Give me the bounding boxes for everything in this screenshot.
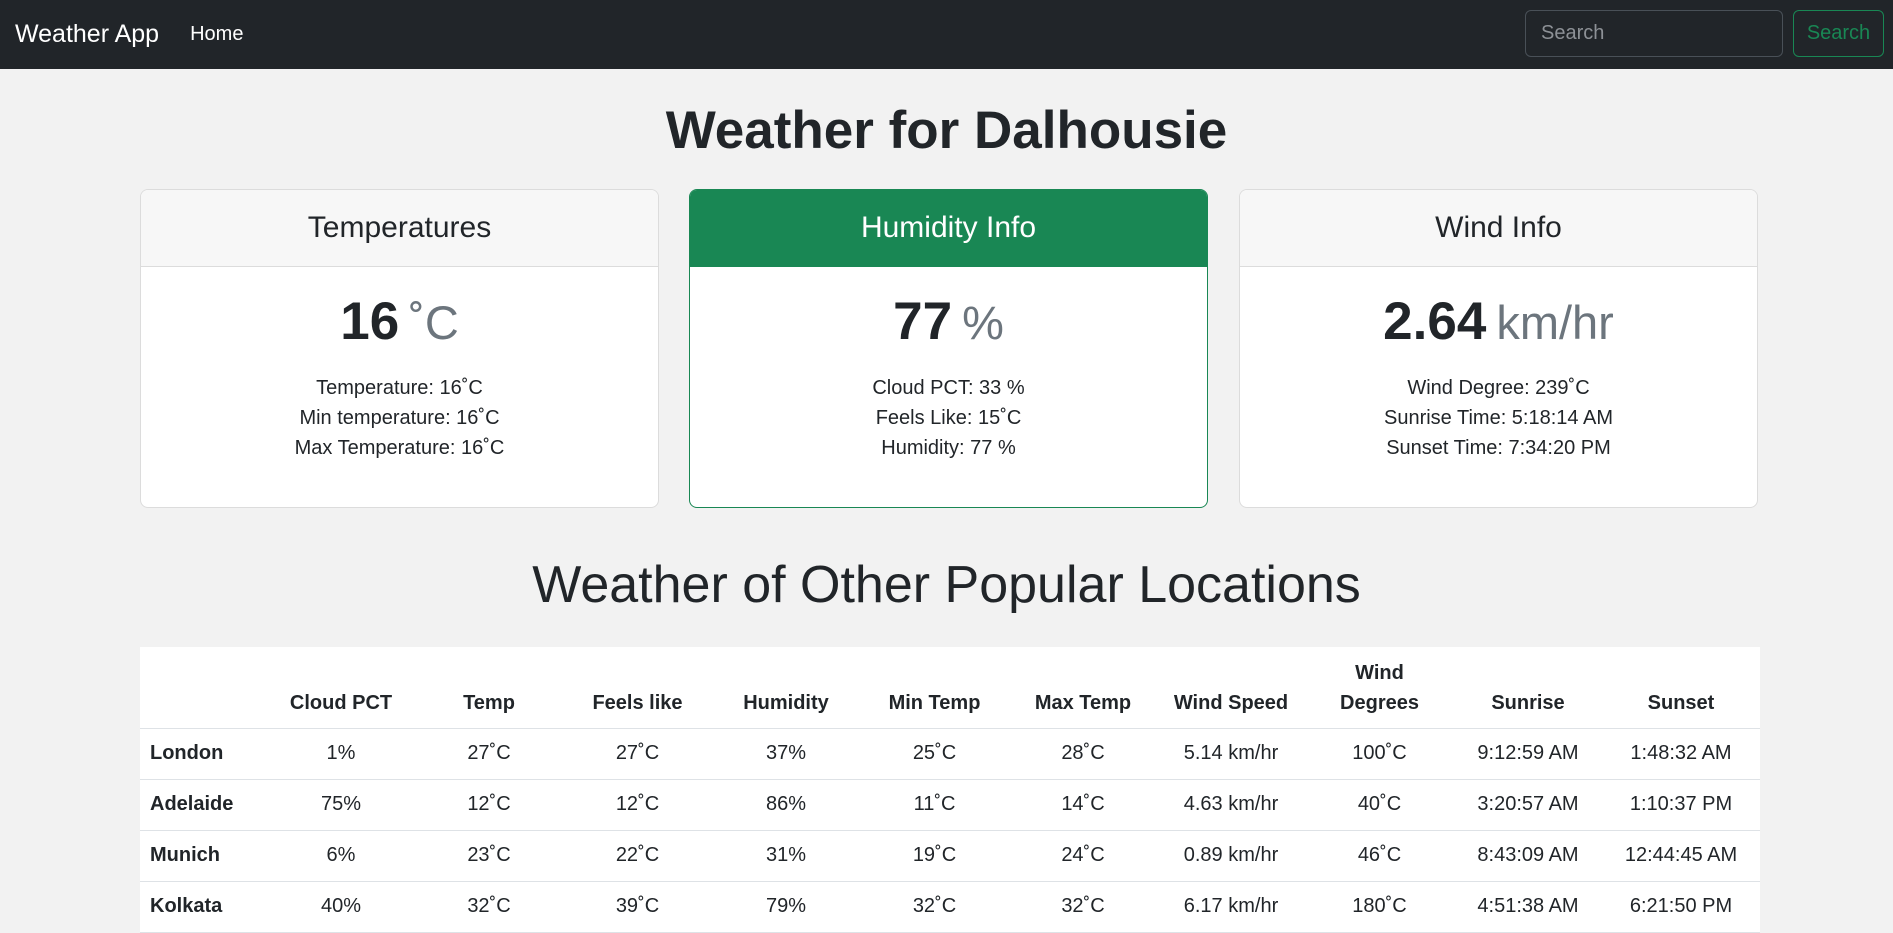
- wind-card: Wind Info 2.64 km/hr Wind Degree: 239˚C …: [1239, 189, 1758, 508]
- table-cell: 12˚C: [415, 779, 563, 831]
- wind-card-header: Wind Info: [1240, 190, 1757, 267]
- popular-locations-table: Cloud PCT Temp Feels like Humidity Min T…: [140, 647, 1760, 933]
- table-cell: 22˚C: [563, 830, 712, 882]
- table-cell: 1:10:37 PM: [1602, 779, 1760, 831]
- city-cell: Munich: [140, 830, 267, 882]
- table-row: Adelaide 75% 12˚C 12˚C 86% 11˚C 14˚C 4.6…: [140, 779, 1760, 831]
- feels-like-line: Feels Like: 15˚C: [875, 407, 1022, 429]
- temperatures-card: Temperatures 16 ˚C Temperature: 16˚C Min…: [140, 189, 659, 508]
- sunrise-time-line: Sunrise Time: 5:18:14 AM: [1383, 407, 1613, 429]
- table-cell: 6:21:50 PM: [1602, 881, 1760, 933]
- column-header-humidity: Humidity: [712, 647, 860, 729]
- table-cell: 32˚C: [860, 881, 1009, 933]
- table-cell: 19˚C: [860, 830, 1009, 882]
- wind-speed-unit: km/hr: [1496, 296, 1614, 349]
- table-cell: 14˚C: [1009, 779, 1157, 831]
- column-header-feels-like: Feels like: [563, 647, 712, 729]
- table-row: Munich 6% 23˚C 22˚C 31% 19˚C 24˚C 0.89 k…: [140, 830, 1760, 882]
- table-cell: 27˚C: [415, 728, 563, 780]
- table-cell: 39˚C: [563, 881, 712, 933]
- table-cell: 1:48:32 AM: [1602, 728, 1760, 780]
- column-header-wind-degrees: Wind Degrees: [1305, 647, 1454, 729]
- table-cell: 11˚C: [860, 779, 1009, 831]
- table-row: Kolkata 40% 32˚C 39˚C 79% 32˚C 32˚C 6.17…: [140, 881, 1760, 933]
- table-cell: 24˚C: [1009, 830, 1157, 882]
- temperatures-card-header: Temperatures: [141, 190, 658, 267]
- table-cell: 31%: [712, 830, 860, 882]
- table-cell: 32˚C: [1009, 881, 1157, 933]
- temperature-unit: ˚C: [409, 296, 459, 349]
- table-cell: 4.63 km/hr: [1157, 779, 1305, 831]
- table-cell: 4:51:38 AM: [1454, 881, 1602, 933]
- popular-locations-table-wrapper: Cloud PCT Temp Feels like Humidity Min T…: [140, 647, 1760, 933]
- humidity-card: Humidity Info 77 % Cloud PCT: 33 % Feels…: [689, 189, 1208, 508]
- brand-link[interactable]: Weather App: [15, 20, 159, 49]
- table-cell: 27˚C: [563, 728, 712, 780]
- table-cell: 12˚C: [563, 779, 712, 831]
- max-temperature-line: Max Temperature: 16˚C: [294, 437, 505, 459]
- column-header-sunset: Sunset: [1602, 647, 1760, 729]
- table-cell: 12:44:45 AM: [1602, 830, 1760, 882]
- column-header-sunrise: Sunrise: [1454, 647, 1602, 729]
- column-header-min-temp: Min Temp: [860, 647, 1009, 729]
- table-cell: 79%: [712, 881, 860, 933]
- wind-degree-line: Wind Degree: 239˚C: [1407, 377, 1590, 399]
- humidity-line: Humidity: 77 %: [881, 437, 1016, 459]
- humidity-card-header: Humidity Info: [690, 190, 1207, 267]
- search-input[interactable]: [1525, 10, 1783, 57]
- table-cell: 28˚C: [1009, 728, 1157, 780]
- search-button[interactable]: Search: [1793, 10, 1884, 57]
- nav-home-link[interactable]: Home: [190, 23, 243, 46]
- table-cell: 23˚C: [415, 830, 563, 882]
- table-cell: 0.89 km/hr: [1157, 830, 1305, 882]
- column-header-wind-speed: Wind Speed: [1157, 647, 1305, 729]
- table-cell: 100˚C: [1305, 728, 1454, 780]
- table-cell: 9:12:59 AM: [1454, 728, 1602, 780]
- column-header-max-temp: Max Temp: [1009, 647, 1157, 729]
- table-cell: 6%: [267, 830, 415, 882]
- wind-speed-value: 2.64: [1383, 292, 1487, 351]
- city-cell: Adelaide: [140, 779, 267, 831]
- city-cell: London: [140, 728, 267, 780]
- table-cell: 40˚C: [1305, 779, 1454, 831]
- sunset-time-line: Sunset Time: 7:34:20 PM: [1386, 437, 1611, 459]
- table-cell: 37%: [712, 728, 860, 780]
- table-cell: 8:43:09 AM: [1454, 830, 1602, 882]
- table-cell: 3:20:57 AM: [1454, 779, 1602, 831]
- table-cell: 32˚C: [415, 881, 563, 933]
- table-cell: 46˚C: [1305, 830, 1454, 882]
- humidity-unit: %: [962, 296, 1004, 349]
- humidity-value: 77: [893, 292, 953, 351]
- table-cell: 40%: [267, 881, 415, 933]
- temperature-line: Temperature: 16˚C: [316, 377, 483, 399]
- column-header-location: [140, 647, 267, 729]
- temperature-value: 16: [340, 292, 400, 351]
- table-cell: 1%: [267, 728, 415, 780]
- table-header-row: Cloud PCT Temp Feels like Humidity Min T…: [140, 647, 1760, 729]
- table-row: London 1% 27˚C 27˚C 37% 25˚C 28˚C 5.14 k…: [140, 728, 1760, 780]
- cloud-pct-line: Cloud PCT: 33 %: [872, 377, 1025, 399]
- table-cell: 6.17 km/hr: [1157, 881, 1305, 933]
- city-cell: Kolkata: [140, 881, 267, 933]
- min-temperature-line: Min temperature: 16˚C: [299, 407, 500, 429]
- column-header-cloud-pct: Cloud PCT: [267, 647, 415, 729]
- popular-locations-heading: Weather of Other Popular Locations: [532, 556, 1361, 614]
- navbar: Weather App Home Search: [0, 0, 1893, 69]
- table-cell: 5.14 km/hr: [1157, 728, 1305, 780]
- search-form: Search: [1525, 10, 1884, 57]
- table-cell: 86%: [712, 779, 860, 831]
- page-title: Weather for Dalhousie: [665, 101, 1228, 160]
- table-cell: 75%: [267, 779, 415, 831]
- column-header-temp: Temp: [415, 647, 563, 729]
- table-cell: 25˚C: [860, 728, 1009, 780]
- table-cell: 180˚C: [1305, 881, 1454, 933]
